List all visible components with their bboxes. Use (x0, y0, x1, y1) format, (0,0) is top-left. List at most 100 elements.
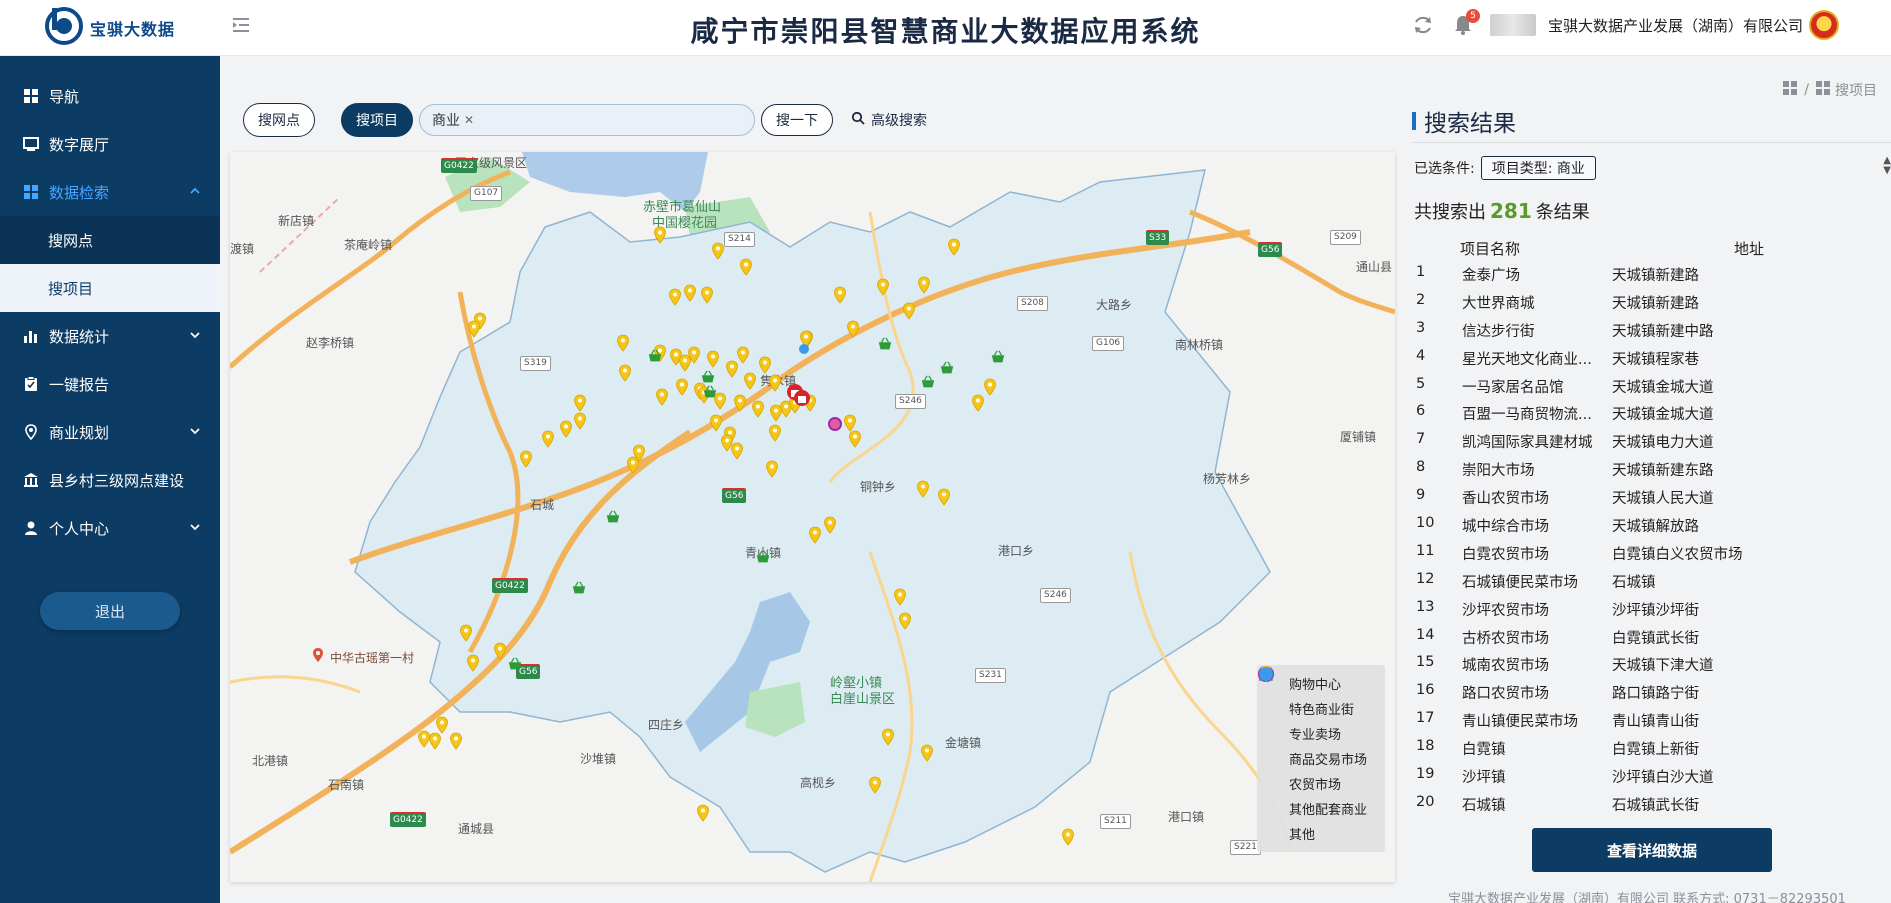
filter-tag[interactable]: 项目类型: 商业 (1480, 156, 1596, 180)
map-pin-icon[interactable] (916, 480, 930, 498)
logout-button[interactable]: 退出 (40, 592, 180, 630)
map-pin-icon[interactable] (428, 732, 442, 750)
table-row[interactable]: 4 星光天地文化商业... 天城镇程家巷 (1414, 348, 1884, 376)
map-pin-icon[interactable] (668, 288, 682, 306)
map-pin-icon[interactable] (983, 378, 997, 396)
table-row[interactable]: 2 大世界商城 天城镇新建路 (1414, 292, 1884, 320)
map-pin-icon[interactable] (769, 404, 783, 422)
map-pin-icon[interactable] (833, 286, 847, 304)
map-pin-icon[interactable] (678, 354, 692, 372)
map-pin-icon[interactable] (559, 420, 573, 438)
refresh-icon[interactable] (1410, 12, 1436, 38)
tab-search-outlets[interactable]: 搜网点 (243, 103, 315, 137)
map-pin-icon[interactable] (823, 516, 837, 534)
table-row[interactable]: 5 一马家居名品馆 天城镇金城大道 (1414, 376, 1884, 404)
sidebar-item-planning[interactable]: 商业规划 (0, 408, 220, 456)
dot-icon[interactable] (799, 344, 809, 354)
shopping-bag-icon[interactable] (793, 389, 811, 407)
basket-icon[interactable] (920, 374, 936, 390)
sidebar-item-nav[interactable]: 导航 (0, 72, 220, 120)
map-pin-icon[interactable] (768, 374, 782, 392)
map-pin-icon[interactable] (466, 654, 480, 672)
table-row[interactable]: 10 城中综合市场 天城镇解放路 (1414, 515, 1884, 543)
tab-search-projects[interactable]: 搜项目 (341, 103, 413, 137)
map-pin-icon[interactable] (971, 394, 985, 412)
basket-icon[interactable] (990, 349, 1006, 365)
map-pin-icon[interactable] (733, 394, 747, 412)
table-row[interactable]: 19 沙坪镇 沙坪镇白沙大道 (1414, 766, 1884, 794)
sidebar-subitem-outlets[interactable]: 搜网点 (0, 216, 220, 264)
map-pin-icon[interactable] (846, 320, 860, 338)
table-row[interactable]: 15 城南农贸市场 天城镇下津大道 (1414, 654, 1884, 682)
map-pin-icon[interactable] (467, 320, 481, 338)
map-pin-icon[interactable] (947, 238, 961, 256)
map-pin-icon[interactable] (435, 716, 449, 734)
avatar[interactable] (1489, 14, 1536, 36)
map-pin-icon[interactable] (808, 526, 822, 544)
map-pin-icon[interactable] (765, 460, 779, 478)
basket-icon[interactable] (605, 509, 621, 525)
map-pin-icon[interactable] (751, 400, 765, 418)
map-pin-icon[interactable] (459, 624, 473, 642)
table-row[interactable]: 13 沙坪农贸市场 沙坪镇沙坪街 (1414, 599, 1884, 627)
map-pin-icon[interactable] (541, 430, 555, 448)
sidebar-item-personal[interactable]: 个人中心 (0, 504, 220, 552)
search-button[interactable]: 搜一下 (761, 104, 833, 136)
map-pin-icon[interactable] (449, 732, 463, 750)
table-row[interactable]: 8 崇阳大市场 天城镇新建东路 (1414, 459, 1884, 487)
map-pin-icon[interactable] (655, 388, 669, 406)
map-view[interactable]: 国家级风景区 新店镇 渡镇 茶庵岭镇 赵李桥镇 赤壁市葛仙山 中国樱花园 大路乡… (230, 152, 1395, 882)
basket-icon[interactable] (755, 549, 771, 565)
map-pin-icon[interactable] (683, 284, 697, 302)
map-pin-icon[interactable] (618, 364, 632, 382)
basket-icon[interactable] (700, 369, 716, 385)
sidebar-item-network[interactable]: 县乡村三级网点建设 (0, 456, 220, 504)
map-canvas[interactable] (230, 152, 1395, 882)
table-row[interactable]: 3 信达步行街 天城镇新建中路 (1414, 320, 1884, 348)
map-pin-icon[interactable] (917, 276, 931, 294)
map-pin-icon[interactable] (876, 278, 890, 296)
home-grid-icon[interactable] (1782, 80, 1798, 100)
table-row[interactable]: 18 白霓镇 白霓镇上新街 (1414, 738, 1884, 766)
basket-icon[interactable] (702, 384, 718, 400)
map-pin-icon[interactable] (493, 642, 507, 660)
basket-icon[interactable] (647, 348, 663, 364)
view-details-button[interactable]: 查看详细数据 (1532, 828, 1772, 872)
map-pin-icon[interactable] (758, 356, 772, 374)
basket-icon[interactable] (939, 360, 955, 376)
table-row[interactable]: 7 凯鸿国际家具建材城 天城镇电力大道 (1414, 431, 1884, 459)
map-pin-icon[interactable] (739, 258, 753, 276)
table-row[interactable]: 11 白霓农贸市场 白霓镇白义农贸市场 (1414, 543, 1884, 571)
map-pin-icon[interactable] (902, 302, 916, 320)
map-pin-icon[interactable] (743, 372, 757, 390)
map-pin-icon[interactable] (898, 612, 912, 630)
map-pin-icon[interactable] (573, 412, 587, 430)
table-row[interactable]: 6 百盟一马商贸物流... 天城镇金城大道 (1414, 403, 1884, 431)
basket-icon[interactable] (571, 580, 587, 596)
map-pin-icon[interactable] (616, 334, 630, 352)
sidebar-item-data-search[interactable]: 数据检索 (0, 168, 220, 216)
table-row[interactable]: 16 路口农贸市场 路口镇路宁街 (1414, 682, 1884, 710)
map-pin-icon[interactable] (730, 442, 744, 460)
map-pin-icon[interactable] (920, 744, 934, 762)
map-pin-icon[interactable] (632, 444, 646, 462)
sidebar-item-statistics[interactable]: 数据统计 (0, 312, 220, 360)
map-pin-icon[interactable] (573, 394, 587, 412)
map-pin-icon[interactable] (1061, 828, 1075, 846)
table-row[interactable]: 9 香山农贸市场 天城镇人民大道 (1414, 487, 1884, 515)
basket-icon[interactable] (507, 656, 523, 672)
map-pin-icon[interactable] (675, 378, 689, 396)
menu-toggle-icon[interactable] (230, 14, 252, 36)
advanced-search-link[interactable]: 高级搜索 (851, 110, 927, 130)
map-pin-icon[interactable] (736, 346, 750, 364)
map-pin-icon[interactable] (937, 488, 951, 506)
map-pin-icon[interactable] (519, 450, 533, 468)
map-pin-icon[interactable] (653, 226, 667, 244)
map-pin-icon[interactable] (768, 424, 782, 442)
map-pin-icon[interactable] (696, 804, 710, 822)
table-row[interactable]: 20 石城镇 石城镇武长街 (1414, 794, 1884, 822)
exchange-icon[interactable] (828, 417, 842, 431)
table-row[interactable]: 14 古桥农贸市场 白霓镇武长街 (1414, 627, 1884, 655)
map-pin-icon[interactable] (700, 286, 714, 304)
sidebar-item-report[interactable]: 一键报告 (0, 360, 220, 408)
